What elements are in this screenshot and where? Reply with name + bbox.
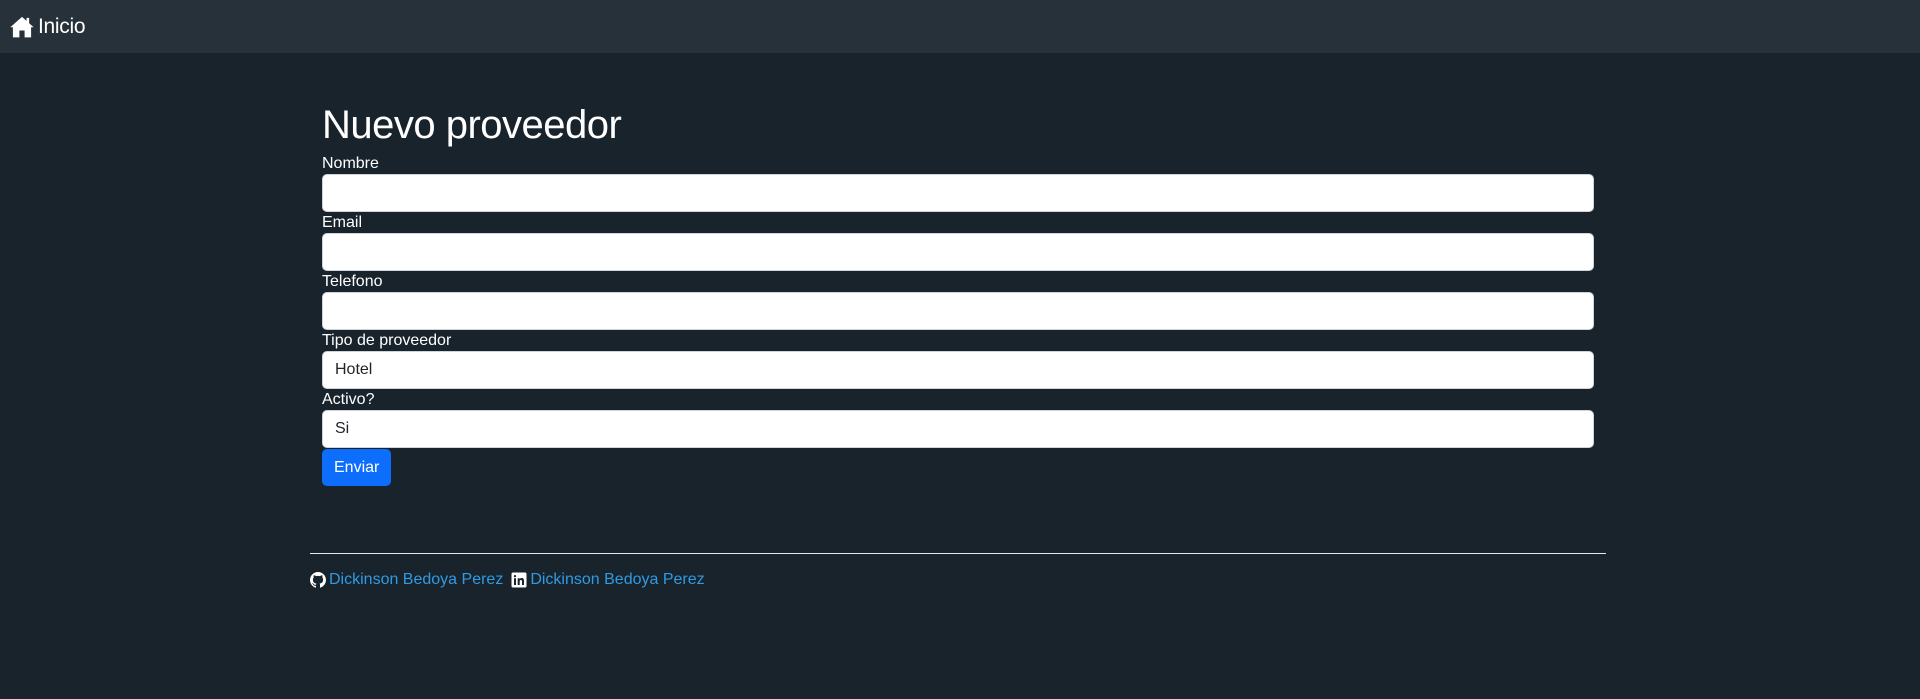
tipo-proveedor-selected-value: Hotel	[335, 361, 373, 378]
linkedin-link-label: Dickinson Bedoya Perez	[530, 571, 705, 588]
page-title: Nuevo proveedor	[322, 103, 622, 147]
telefono-input[interactable]	[322, 292, 1594, 330]
github-link[interactable]: Dickinson Bedoya Perez	[310, 571, 503, 589]
home-link-label: Inicio	[38, 14, 86, 38]
activo-select[interactable]: Si	[322, 410, 1594, 448]
github-icon	[310, 572, 326, 588]
main-content: Nuevo proveedor Nombre Email Telefono Ti…	[322, 98, 1594, 486]
submit-button[interactable]: Enviar	[322, 449, 392, 486]
footer-divider	[310, 553, 1606, 554]
footer: Dickinson Bedoya Perez Dickinson Bedoya …	[310, 571, 713, 589]
linkedin-link[interactable]: Dickinson Bedoya Perez	[511, 571, 705, 589]
nombre-input[interactable]	[322, 174, 1594, 212]
tipo-proveedor-label: Tipo de proveedor	[322, 332, 452, 349]
email-label: Email	[322, 214, 363, 231]
activo-label: Activo?	[322, 391, 375, 408]
home-link[interactable]: Inicio	[9, 14, 86, 40]
github-link-label: Dickinson Bedoya Perez	[329, 571, 504, 588]
tipo-proveedor-select[interactable]: Hotel	[322, 351, 1594, 389]
linkedin-icon	[511, 572, 527, 588]
telefono-label: Telefono	[322, 273, 383, 290]
nombre-label: Nombre	[322, 155, 379, 172]
activo-selected-value: Si	[335, 420, 350, 437]
top-navbar: Inicio	[0, 0, 1920, 53]
home-icon	[9, 14, 35, 40]
email-input[interactable]	[322, 233, 1594, 271]
provider-form: Nombre Email Telefono Tipo de proveedor …	[322, 154, 1594, 486]
